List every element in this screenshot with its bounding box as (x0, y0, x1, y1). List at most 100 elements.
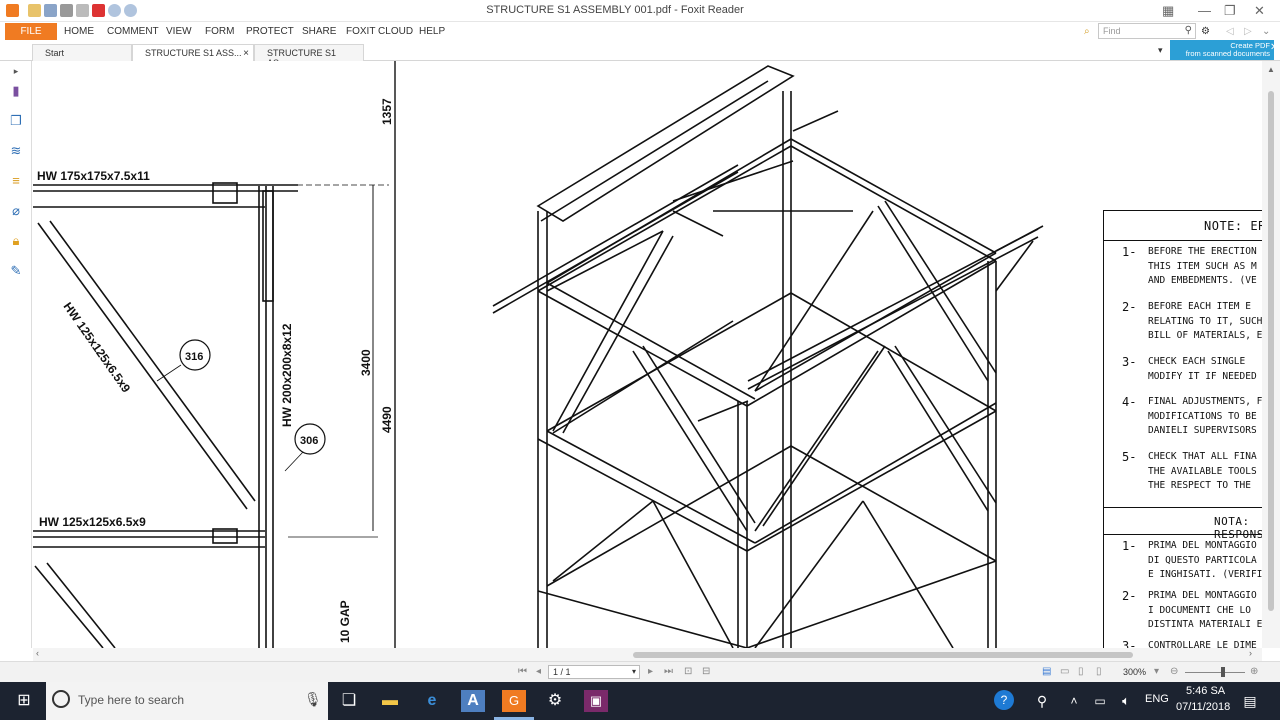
fit-width-icon[interactable]: ⊟ (702, 666, 710, 677)
window-title: STRUCTURE S1 ASSEMBLY 001.pdf - Foxit Re… (486, 4, 744, 16)
tab-start[interactable]: Start (32, 44, 132, 61)
brace-label: HW 125x125x6.5x9 (61, 300, 134, 396)
settings-gear-icon[interactable]: ⚙ (543, 690, 567, 712)
menu-form[interactable]: FORM (205, 26, 234, 37)
zoom-slider-knob[interactable] (1221, 667, 1225, 677)
single-page-view-icon[interactable]: ▤ (1042, 666, 1051, 677)
next-page-icon[interactable]: ▸ (648, 666, 653, 677)
tab-document[interactable]: STRUCTURE S1 AS... (254, 44, 364, 68)
page-dropdown-icon[interactable]: ▾ (632, 667, 636, 676)
attachment-icon[interactable]: ⌀ (8, 203, 24, 219)
help-icon[interactable]: ? (994, 690, 1014, 710)
page-number-input[interactable]: 1 / 1 ▾ (548, 665, 640, 679)
settings-icon[interactable]: ⚙ (1201, 26, 1210, 37)
promo-line2: from scanned documents (1185, 49, 1270, 58)
find-tool-icon[interactable]: ⌕ (1084, 26, 1090, 37)
next-result-icon[interactable]: ▷ (1244, 26, 1252, 37)
ribbon-menu: FILE HOME COMMENT VIEW FORM PROTECT SHAR… (0, 22, 1280, 41)
find-input[interactable]: Find ⚲ (1098, 23, 1196, 39)
file-explorer-icon[interactable]: ▬ (378, 690, 402, 712)
first-page-icon[interactable]: ⏮ (518, 666, 527, 677)
gap-label: 10 GAP (338, 600, 352, 643)
layers-icon[interactable]: ≋ (8, 143, 24, 159)
title-bar: STRUCTURE S1 ASSEMBLY 001.pdf - Foxit Re… (0, 0, 1280, 22)
scroll-left-icon[interactable]: ‹ (36, 648, 39, 658)
zoom-level[interactable]: 300% (1123, 667, 1146, 677)
horizontal-scroll-thumb[interactable] (633, 652, 1133, 658)
notes-header: NOTE: ER (1104, 211, 1262, 241)
tab-document-active[interactable]: STRUCTURE S1 ASS... × (132, 44, 254, 61)
notes-panel: NOTE: ER 1- BEFORE THE ERECTION THIS ITEM … (1103, 210, 1262, 648)
prev-page-icon[interactable]: ◂ (536, 666, 541, 677)
menu-view[interactable]: VIEW (166, 26, 192, 37)
people-icon[interactable]: ⚲ (1030, 690, 1054, 712)
layout-icon[interactable]: ▦ (1162, 3, 1174, 19)
edge-browser-icon[interactable]: e (420, 690, 444, 712)
tray-expand-icon[interactable]: ˄ (1062, 690, 1086, 712)
vertical-scrollbar[interactable]: ▲ (1262, 61, 1280, 648)
minimize-icon[interactable]: — (1198, 3, 1211, 18)
volume-icon[interactable]: 🔈︎ (1114, 690, 1138, 712)
vertical-scroll-thumb[interactable] (1268, 91, 1274, 611)
status-bar: ⏮ ◂ 1 / 1 ▾ ▸ ⏭ ⊡ ⊟ ▤ ▭ ▯ ▯ 300% ▾ ⊖ ⊕ (0, 661, 1280, 682)
continuous-view-icon[interactable]: ▭ (1060, 666, 1069, 677)
file-menu[interactable]: FILE (5, 23, 57, 40)
facing-view-icon[interactable]: ▯ (1078, 666, 1084, 677)
close-tab-icon[interactable]: × (243, 48, 249, 59)
battery-icon[interactable]: ▭ (1088, 690, 1112, 712)
menu-home[interactable]: HOME (64, 26, 94, 37)
prev-result-icon[interactable]: ◁ (1226, 26, 1234, 37)
signature-icon[interactable]: ✎ (8, 263, 24, 279)
document-view[interactable]: 1357 3400 4490 10 GAP HW 200x200x8x12 HW… (33, 61, 1262, 648)
windows-start-icon[interactable]: ⊞ (12, 690, 36, 712)
note-item: 3- CONTROLLARE LE DIME (1122, 639, 1257, 648)
foxit-reader-taskbar-icon[interactable]: G (502, 690, 526, 712)
last-page-icon[interactable]: ⏭ (664, 666, 673, 677)
horizontal-scrollbar[interactable]: ‹ › (33, 648, 1262, 661)
note-item: 5- CHECK THAT ALL FINA THE AVAILABLE TOOLS… (1122, 450, 1257, 491)
taskbar-search-placeholder: Type here to search (78, 693, 185, 707)
cover-view-icon[interactable]: ▯ (1096, 666, 1102, 677)
action-center-icon[interactable]: ▤ (1238, 690, 1262, 712)
menu-share[interactable]: SHARE (302, 26, 336, 37)
menu-foxit-cloud[interactable]: FOXIT CLOUD (346, 26, 413, 37)
structural-drawing: 1357 3400 4490 10 GAP HW 200x200x8x12 HW… (33, 61, 1044, 648)
menu-protect[interactable]: PROTECT (246, 26, 294, 37)
close-icon[interactable]: ✕ (1254, 3, 1265, 19)
scroll-up-icon[interactable]: ▲ (1267, 65, 1275, 74)
ribbon-collapse-icon[interactable]: ⌄ (1262, 26, 1270, 37)
fit-page-icon[interactable]: ⊡ (684, 666, 692, 677)
zoom-in-icon[interactable]: ⊕ (1250, 666, 1258, 677)
banner-close-icon[interactable]: ✕ (1270, 42, 1278, 53)
tab-dropdown-icon[interactable]: ▾ (1158, 45, 1163, 56)
expand-panel-icon[interactable]: ▸ (8, 63, 24, 79)
scroll-right-icon[interactable]: › (1249, 648, 1252, 658)
page-number: 1 / 1 (553, 667, 571, 677)
zoom-slider-track[interactable] (1185, 672, 1245, 673)
microphone-icon[interactable]: 🎙︎ (304, 691, 322, 708)
zoom-dropdown-icon[interactable]: ▾ (1154, 666, 1159, 677)
language-indicator[interactable]: ENG (1145, 693, 1169, 705)
restore-icon[interactable]: ❐ (1224, 3, 1236, 19)
tab-label: Start (45, 48, 65, 58)
menu-help[interactable]: HELP (419, 26, 445, 37)
taskbar-search[interactable]: Type here to search 🎙︎ (46, 682, 328, 720)
clock-time[interactable]: 5:46 SA (1186, 685, 1225, 697)
windows-taskbar: ⊞ Type here to search 🎙︎ ❏ ▬ e A G ⚙ ▣ ?… (0, 682, 1280, 720)
font-app-icon[interactable]: A (461, 690, 485, 712)
zoom-out-icon[interactable]: ⊖ (1170, 666, 1178, 677)
bookmark-icon[interactable]: ▮ (8, 83, 24, 99)
task-view-icon[interactable]: ❏ (337, 690, 361, 712)
note-item: 2- BEFORE EACH ITEM E RELATING TO IT, SUCH… (1122, 300, 1262, 341)
search-icon[interactable]: ⚲ (1185, 25, 1192, 36)
create-pdf-banner[interactable]: Create PDF from scanned documents (1170, 40, 1274, 60)
security-lock-icon[interactable]: 🔒︎ (8, 233, 24, 249)
column-label: HW 200x200x8x12 (280, 323, 294, 427)
pages-icon[interactable]: ❐ (8, 113, 24, 129)
presentation-app-icon[interactable]: ▣ (584, 690, 608, 712)
tag-316: 316 (185, 351, 203, 363)
menu-comment[interactable]: COMMENT (107, 26, 159, 37)
comments-icon[interactable]: ≡ (8, 173, 24, 189)
clock-date[interactable]: 07/11/2018 (1176, 701, 1230, 713)
dim-1357: 1357 (380, 98, 394, 125)
